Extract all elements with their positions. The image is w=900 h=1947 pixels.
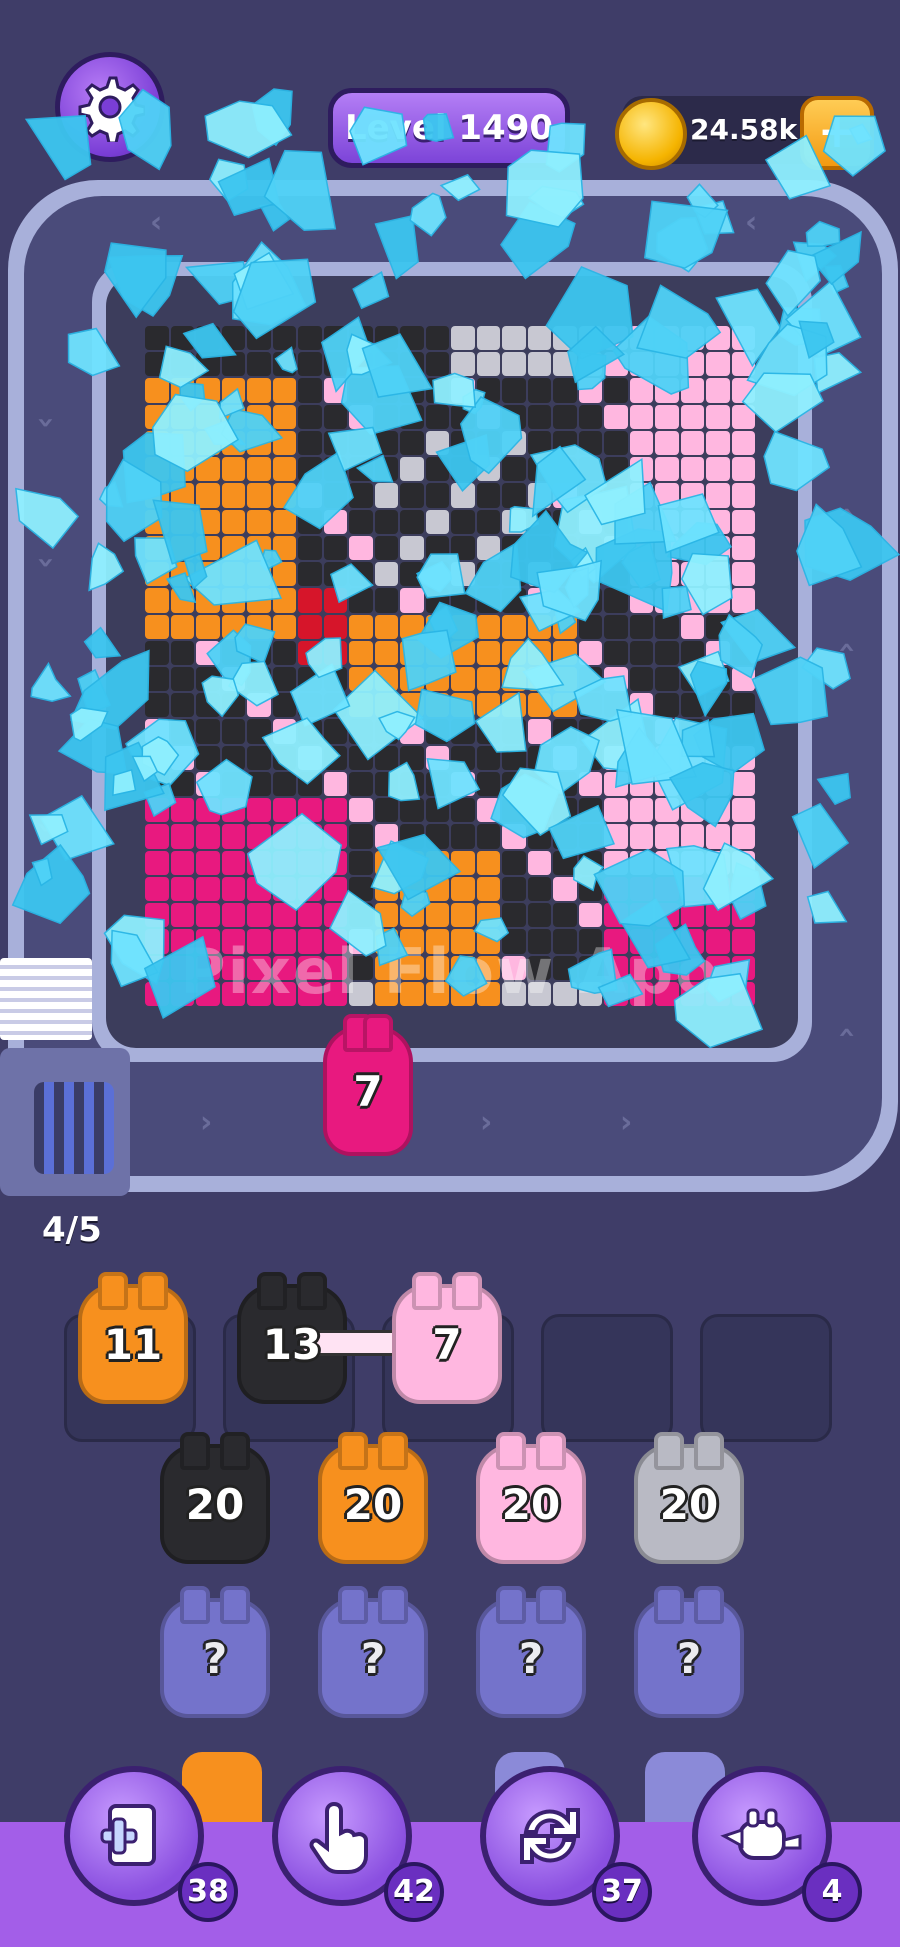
track-arrow-icon: › xyxy=(28,556,64,569)
pixel-board xyxy=(145,326,755,1006)
add-slot-icon xyxy=(100,1804,156,1866)
track-arrow-icon: › xyxy=(828,1026,864,1039)
holding-slot-5[interactable] xyxy=(700,1314,832,1442)
pig-count: ? xyxy=(360,1633,386,1683)
pig-count: ? xyxy=(518,1633,544,1683)
coin-icon xyxy=(615,98,687,170)
slot-pig-orange[interactable]: 11 xyxy=(78,1272,188,1404)
pick-count: 42 xyxy=(384,1862,444,1922)
track-arrow-icon: ‹ xyxy=(745,205,758,240)
queue-pig-mystery[interactable]: ? xyxy=(318,1586,428,1718)
shuffle-count: 37 xyxy=(592,1862,652,1922)
hand-pointer-icon xyxy=(309,1801,368,1874)
pig-count: ? xyxy=(676,1633,702,1683)
queue-pig-orange[interactable]: 20 xyxy=(318,1432,428,1564)
track-arrow-icon: › xyxy=(828,641,864,654)
conveyor-capacity: 4/5 xyxy=(42,1210,102,1250)
gear-icon xyxy=(78,76,145,142)
track-arrow-icon: › xyxy=(200,1105,213,1140)
pig-count: 7 xyxy=(353,1066,383,1116)
conveyor-pig: 7 xyxy=(323,1014,413,1156)
pig-plane-icon xyxy=(720,1808,802,1860)
add-slot-count: 38 xyxy=(178,1862,238,1922)
pig-count: 13 xyxy=(262,1319,322,1369)
slot-pig-pink[interactable]: 7 xyxy=(392,1272,502,1404)
track-arrow-icon: › xyxy=(620,1105,633,1140)
pig-count: 20 xyxy=(659,1479,719,1529)
pig-count: ? xyxy=(202,1633,228,1683)
track-arrow-icon: › xyxy=(828,506,864,519)
pig-count: 20 xyxy=(501,1479,561,1529)
feeder-coils xyxy=(34,1082,114,1174)
holding-slot-4[interactable] xyxy=(541,1314,673,1442)
pig-count: 7 xyxy=(432,1319,462,1369)
track-arrow-icon: ‹ xyxy=(150,205,163,240)
queue-pig-pink[interactable]: 20 xyxy=(476,1432,586,1564)
queue-pig-mystery[interactable]: ? xyxy=(634,1586,744,1718)
queue-pig-mystery[interactable]: ? xyxy=(476,1586,586,1718)
level-indicator: Level 1490 xyxy=(328,88,570,168)
shuffle-icon xyxy=(520,1808,580,1864)
track-arrow-icon: › xyxy=(28,416,64,429)
pig-plane-count: 4 xyxy=(802,1862,862,1922)
track-arrow-icon: › xyxy=(28,821,64,834)
ice-shard xyxy=(204,100,293,159)
ice-shard xyxy=(251,88,293,147)
add-coins-button[interactable]: + xyxy=(800,96,874,170)
pig-count: 20 xyxy=(343,1479,403,1529)
track-arrow-icon: › xyxy=(480,1105,493,1140)
used-pig-stack xyxy=(0,958,92,1040)
coin-balance: 24.58k xyxy=(690,113,798,146)
settings-button[interactable] xyxy=(55,52,165,162)
queue-pig-gray[interactable]: 20 xyxy=(634,1432,744,1564)
pig-count: 11 xyxy=(103,1319,163,1369)
watermark: Pixel Flow Apo xyxy=(180,935,720,1008)
pig-count: 20 xyxy=(185,1479,245,1529)
queue-pig-black[interactable]: 20 xyxy=(160,1432,270,1564)
queue-pig-mystery[interactable]: ? xyxy=(160,1586,270,1718)
